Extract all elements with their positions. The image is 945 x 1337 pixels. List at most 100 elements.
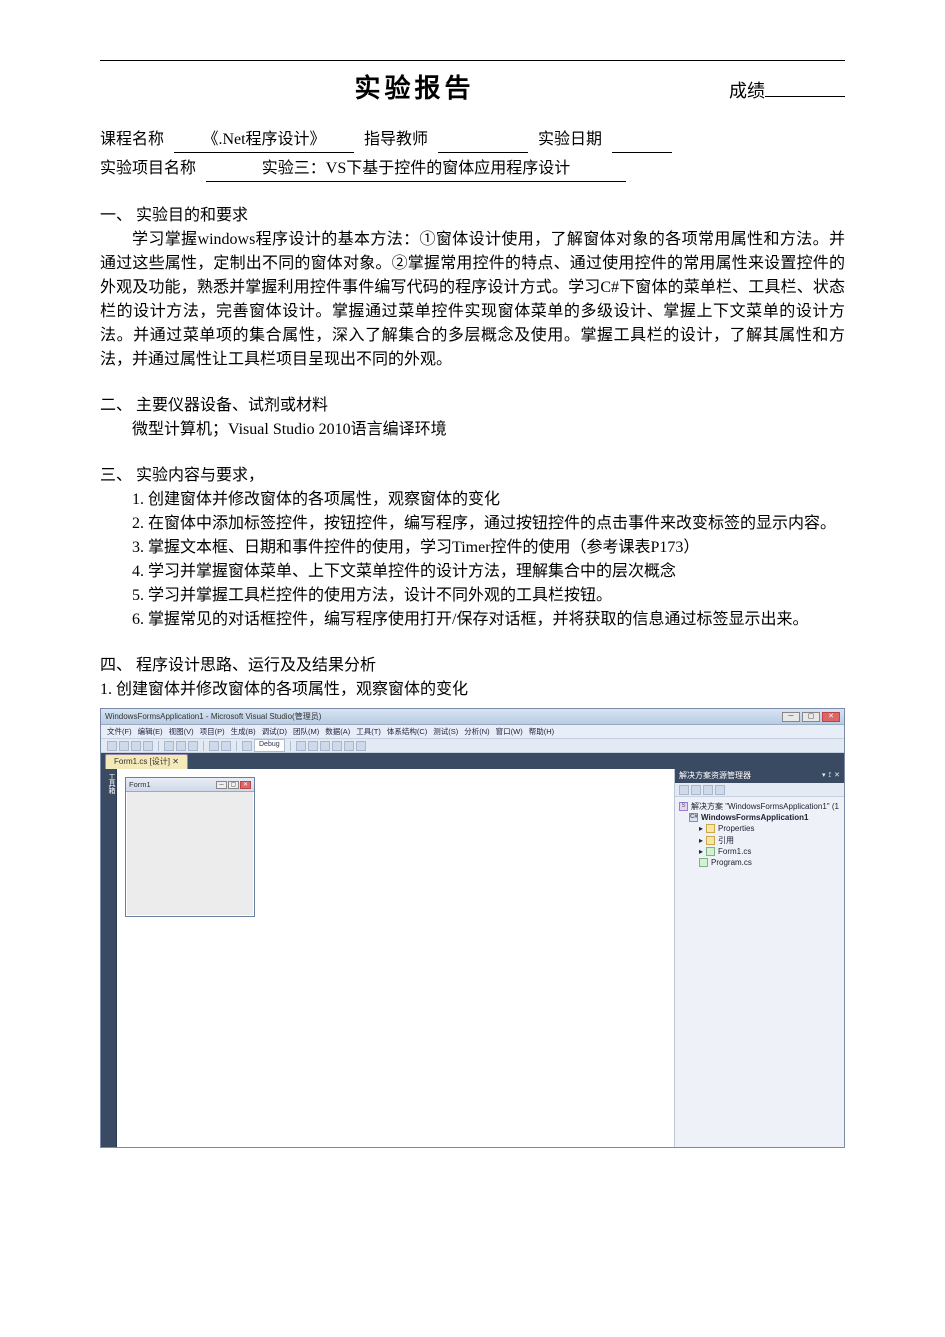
solution-explorer-label: 解决方案资源管理器: [679, 770, 751, 782]
solution-tree: S 解决方案 "WindowsFormsApplication1" (1 C# …: [675, 797, 844, 872]
tree-project-label: WindowsFormsApplication1: [701, 812, 809, 823]
menu-test[interactable]: 测试(S): [433, 726, 458, 737]
expand-icon[interactable]: ▸: [699, 835, 703, 846]
menu-project[interactable]: 项目(P): [200, 726, 225, 737]
menu-analyze[interactable]: 分析(N): [464, 726, 489, 737]
pin-icon[interactable]: ⟟: [829, 771, 832, 782]
ide-titlebar: WindowsFormsApplication1 - Microsoft Vis…: [101, 709, 844, 725]
section-1-head: 一、 实验目的和要求: [100, 204, 845, 228]
section-4-head: 四、 程序设计思路、运行及及结果分析: [100, 654, 845, 678]
menu-debug[interactable]: 调试(D): [262, 726, 287, 737]
menu-tools[interactable]: 工具(T): [356, 726, 381, 737]
tree-references-node[interactable]: ▸ 引用: [679, 835, 840, 846]
new-icon[interactable]: [107, 741, 117, 751]
score-box: 成绩: [729, 78, 845, 105]
section-2: 二、 主要仪器设备、试剂或材料 微型计算机；Visual Studio 2010…: [100, 394, 845, 442]
properties-icon[interactable]: [679, 785, 689, 795]
tree-properties-node[interactable]: ▸ Properties: [679, 823, 840, 834]
tree-node-label: 引用: [718, 835, 734, 846]
menu-file[interactable]: 文件(F): [107, 726, 132, 737]
section-3-item-5: 5. 学习并掌握工具栏控件的使用方法，设计不同外观的工具栏按钮。: [100, 584, 845, 608]
menu-build[interactable]: 生成(B): [231, 726, 256, 737]
align-icon[interactable]: [308, 741, 318, 751]
close-button[interactable]: ✕: [822, 712, 840, 722]
section-3-item-6: 6. 掌握常见的对话框控件，编写程序使用打开/保存对话框，并将获取的信息通过标签…: [100, 608, 845, 632]
maximize-button[interactable]: ▢: [802, 712, 820, 722]
redo-icon[interactable]: [221, 741, 231, 751]
top-rule: [100, 60, 845, 61]
view-code-icon[interactable]: [715, 785, 725, 795]
minimize-button[interactable]: ─: [782, 712, 800, 722]
section-3-item-2: 2. 在窗体中添加标签控件，按钮控件，编写程序，通过按钮控件的点击事件来改变标签…: [100, 512, 845, 536]
tree-program-node[interactable]: Program.cs: [679, 857, 840, 868]
save-all-icon[interactable]: [143, 741, 153, 751]
expand-icon[interactable]: ▸: [699, 846, 703, 857]
tree-solution-label: 解决方案 "WindowsFormsApplication1" (1: [691, 801, 839, 812]
dropdown-icon[interactable]: ▾: [822, 771, 826, 782]
close-tab-icon[interactable]: ✕: [172, 757, 179, 766]
section-3-item-3: 3. 掌握文本框、日期和事件控件的使用，学习Timer控件的使用（参考课表P17…: [100, 536, 845, 560]
menu-help[interactable]: 帮助(H): [529, 726, 554, 737]
show-all-icon[interactable]: [691, 785, 701, 795]
form-minimize-icon[interactable]: ─: [216, 781, 227, 789]
panel-pin-icons: ▾ ⟟ ✕: [822, 771, 840, 782]
cs-file-icon: [699, 858, 708, 867]
meta-row-1: 课程名称 《.Net程序设计》 指导教师 实验日期: [100, 128, 845, 153]
tree-solution-node[interactable]: S 解决方案 "WindowsFormsApplication1" (1: [679, 801, 840, 812]
designer-form[interactable]: Form1 ─ ▢ ✕: [125, 777, 255, 917]
project-label: 实验项目名称: [100, 157, 196, 182]
section-3-head: 三、 实验内容与要求，: [100, 464, 845, 488]
designer-form-titlebar: Form1 ─ ▢ ✕: [126, 778, 254, 792]
section-2-head: 二、 主要仪器设备、试剂或材料: [100, 394, 845, 418]
save-icon[interactable]: [131, 741, 141, 751]
tree-node-label: Form1.cs: [718, 846, 751, 857]
undo-icon[interactable]: [209, 741, 219, 751]
menu-data[interactable]: 数据(A): [325, 726, 350, 737]
menu-team[interactable]: 团队(M): [293, 726, 319, 737]
tab-label: Form1.cs [设计]: [114, 757, 170, 766]
meta-row-2: 实验项目名称 实验三：VS下基于控件的窗体应用程序设计: [100, 157, 845, 182]
start-debug-icon[interactable]: [242, 741, 252, 751]
toolbar-separator: [203, 741, 204, 751]
form-designer[interactable]: Form1 ─ ▢ ✕: [117, 769, 674, 1147]
copy-icon[interactable]: [176, 741, 186, 751]
section-1-body: 学习掌握windows程序设计的基本方法：①窗体设计使用，了解窗体对象的各项常用…: [100, 228, 845, 372]
open-icon[interactable]: [119, 741, 129, 751]
section-2-body: 微型计算机；Visual Studio 2010语言编译环境: [100, 418, 845, 442]
section-4: 四、 程序设计思路、运行及及结果分析 1. 创建窗体并修改窗体的各项属性，观察窗…: [100, 654, 845, 1148]
tree-project-node[interactable]: C# WindowsFormsApplication1: [679, 812, 840, 823]
menu-edit[interactable]: 编辑(E): [138, 726, 163, 737]
toolbar-separator: [290, 741, 291, 751]
form-maximize-icon[interactable]: ▢: [228, 781, 239, 789]
form-close-icon[interactable]: ✕: [240, 781, 251, 789]
toolbar-separator: [236, 741, 237, 751]
ide-menubar: 文件(F) 编辑(E) 视图(V) 项目(P) 生成(B) 调试(D) 团队(M…: [101, 725, 844, 739]
menu-arch[interactable]: 体系结构(C): [387, 726, 427, 737]
ide-body: 工具箱 Form1 ─ ▢ ✕ 解决方案资源管理器: [101, 769, 844, 1147]
align-icon[interactable]: [296, 741, 306, 751]
align-icon[interactable]: [356, 741, 366, 751]
folder-icon: [706, 824, 715, 833]
tab-form1-design[interactable]: Form1.cs [设计] ✕: [105, 754, 188, 769]
project-value: 实验三：VS下基于控件的窗体应用程序设计: [206, 157, 626, 182]
expand-icon[interactable]: ▸: [699, 823, 703, 834]
config-dropdown[interactable]: Debug: [254, 739, 285, 752]
date-value: [612, 128, 672, 153]
cut-icon[interactable]: [164, 741, 174, 751]
paste-icon[interactable]: [188, 741, 198, 751]
toolbox-strip[interactable]: 工具箱: [101, 769, 117, 1147]
tree-node-label: Properties: [718, 823, 754, 834]
menu-view[interactable]: 视图(V): [169, 726, 194, 737]
close-panel-icon[interactable]: ✕: [834, 771, 840, 782]
ide-tabstrip: Form1.cs [设计] ✕: [101, 753, 844, 769]
teacher-value: [438, 128, 528, 153]
date-label: 实验日期: [538, 128, 602, 153]
refresh-icon[interactable]: [703, 785, 713, 795]
menu-window[interactable]: 窗口(W): [496, 726, 523, 737]
align-icon[interactable]: [344, 741, 354, 751]
tree-node-label: Program.cs: [711, 857, 752, 868]
tree-form1-node[interactable]: ▸ Form1.cs: [679, 846, 840, 857]
align-icon[interactable]: [332, 741, 342, 751]
ide-screenshot: WindowsFormsApplication1 - Microsoft Vis…: [100, 708, 845, 1148]
align-icon[interactable]: [320, 741, 330, 751]
